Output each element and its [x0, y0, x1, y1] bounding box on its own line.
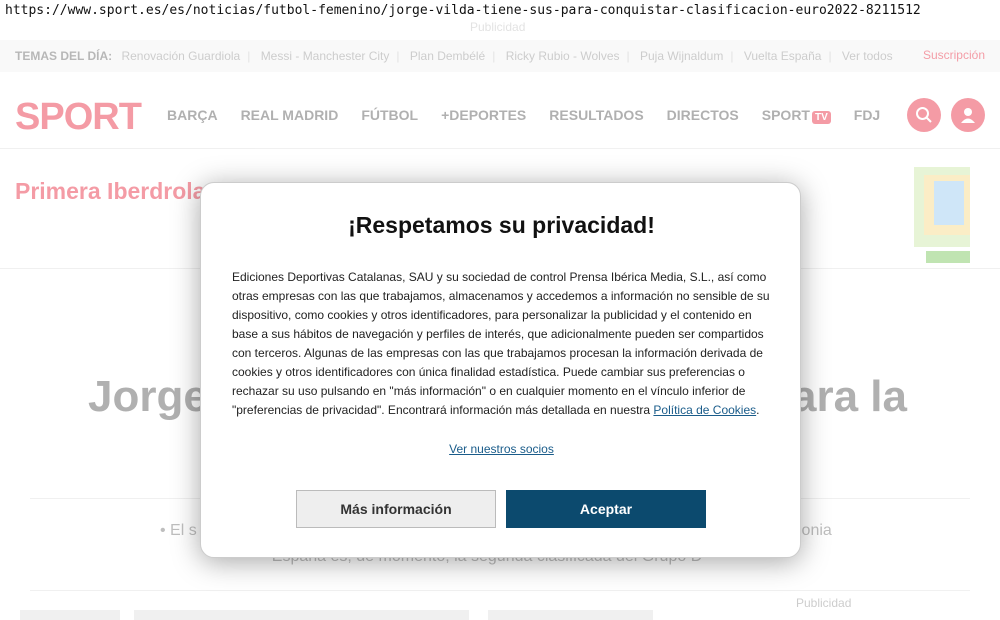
thumbnail[interactable] — [134, 610, 469, 620]
user-icon — [961, 108, 975, 123]
more-info-button[interactable]: Más información — [296, 490, 496, 528]
topic-link[interactable]: Messi - Manchester City — [261, 49, 390, 63]
thumbnail[interactable] — [488, 610, 653, 620]
topic-link[interactable]: Renovación Guardiola — [121, 49, 240, 63]
tv-badge: TV — [811, 111, 831, 124]
nav-item-resultados[interactable]: RESULTADOS — [549, 107, 643, 123]
thumbnail[interactable] — [20, 610, 120, 620]
nav-item-futbol[interactable]: FÚTBOL — [361, 107, 418, 123]
topic-link[interactable]: Vuelta España — [744, 49, 822, 63]
bullet-right: lonia — [798, 522, 832, 539]
url-bar[interactable]: https://www.sport.es/es/noticias/futbol-… — [0, 0, 1000, 22]
topic-link-all[interactable]: Ver todos — [842, 49, 893, 63]
modal-title: ¡Respetamos su privacidad! — [348, 212, 655, 238]
nav-item-fdj[interactable]: FDJ — [854, 107, 880, 123]
topic-link[interactable]: Puja Wijnaldum — [640, 49, 723, 63]
section-title[interactable]: Primera Iberdrola — [15, 178, 205, 205]
headline-right: ara la — [792, 372, 907, 421]
accept-button[interactable]: Aceptar — [506, 490, 706, 528]
modal-body: Ediciones Deportivas Catalanas, SAU y su… — [232, 270, 770, 417]
topic-link[interactable]: Plan Dembélé — [410, 49, 485, 63]
topics-label: TEMAS DEL DÍA: — [15, 49, 113, 63]
main-nav: SPORT BARÇA REAL MADRID FÚTBOL +DEPORTES… — [0, 88, 1000, 144]
nav-item-sport-tv[interactable]: SPORT TV — [762, 107, 831, 124]
account-button[interactable] — [951, 98, 985, 132]
nav-item-deportes[interactable]: +DEPORTES — [441, 107, 526, 123]
topics-bar: TEMAS DEL DÍA: Renovación Guardiola | Mes… — [0, 40, 1000, 72]
sport-logo[interactable]: SPORT — [15, 96, 142, 139]
headline-left: Jorge — [88, 372, 208, 421]
search-icon — [916, 107, 932, 123]
ad-label-top: Publicidad — [470, 20, 526, 34]
search-button[interactable] — [907, 98, 941, 132]
nav-item-real-madrid[interactable]: REAL MADRID — [241, 107, 339, 123]
nav-item-barca[interactable]: BARÇA — [167, 107, 218, 123]
privacy-modal: ¡Respetamos su privacidad! Ediciones Dep… — [200, 182, 801, 558]
ad-label-bottom: Publicidad — [796, 596, 852, 610]
primera-iberdrola-badge — [912, 165, 974, 265]
cookie-policy-link[interactable]: Política de Cookies — [653, 403, 756, 417]
topic-link[interactable]: Ricky Rubio - Wolves — [506, 49, 620, 63]
partners-link[interactable]: Ver nuestros socios — [201, 442, 802, 456]
nav-item-directos[interactable]: DIRECTOS — [667, 107, 739, 123]
subscribe-link[interactable]: Suscripción — [923, 48, 985, 62]
bullet-left: • El s — [160, 522, 197, 539]
